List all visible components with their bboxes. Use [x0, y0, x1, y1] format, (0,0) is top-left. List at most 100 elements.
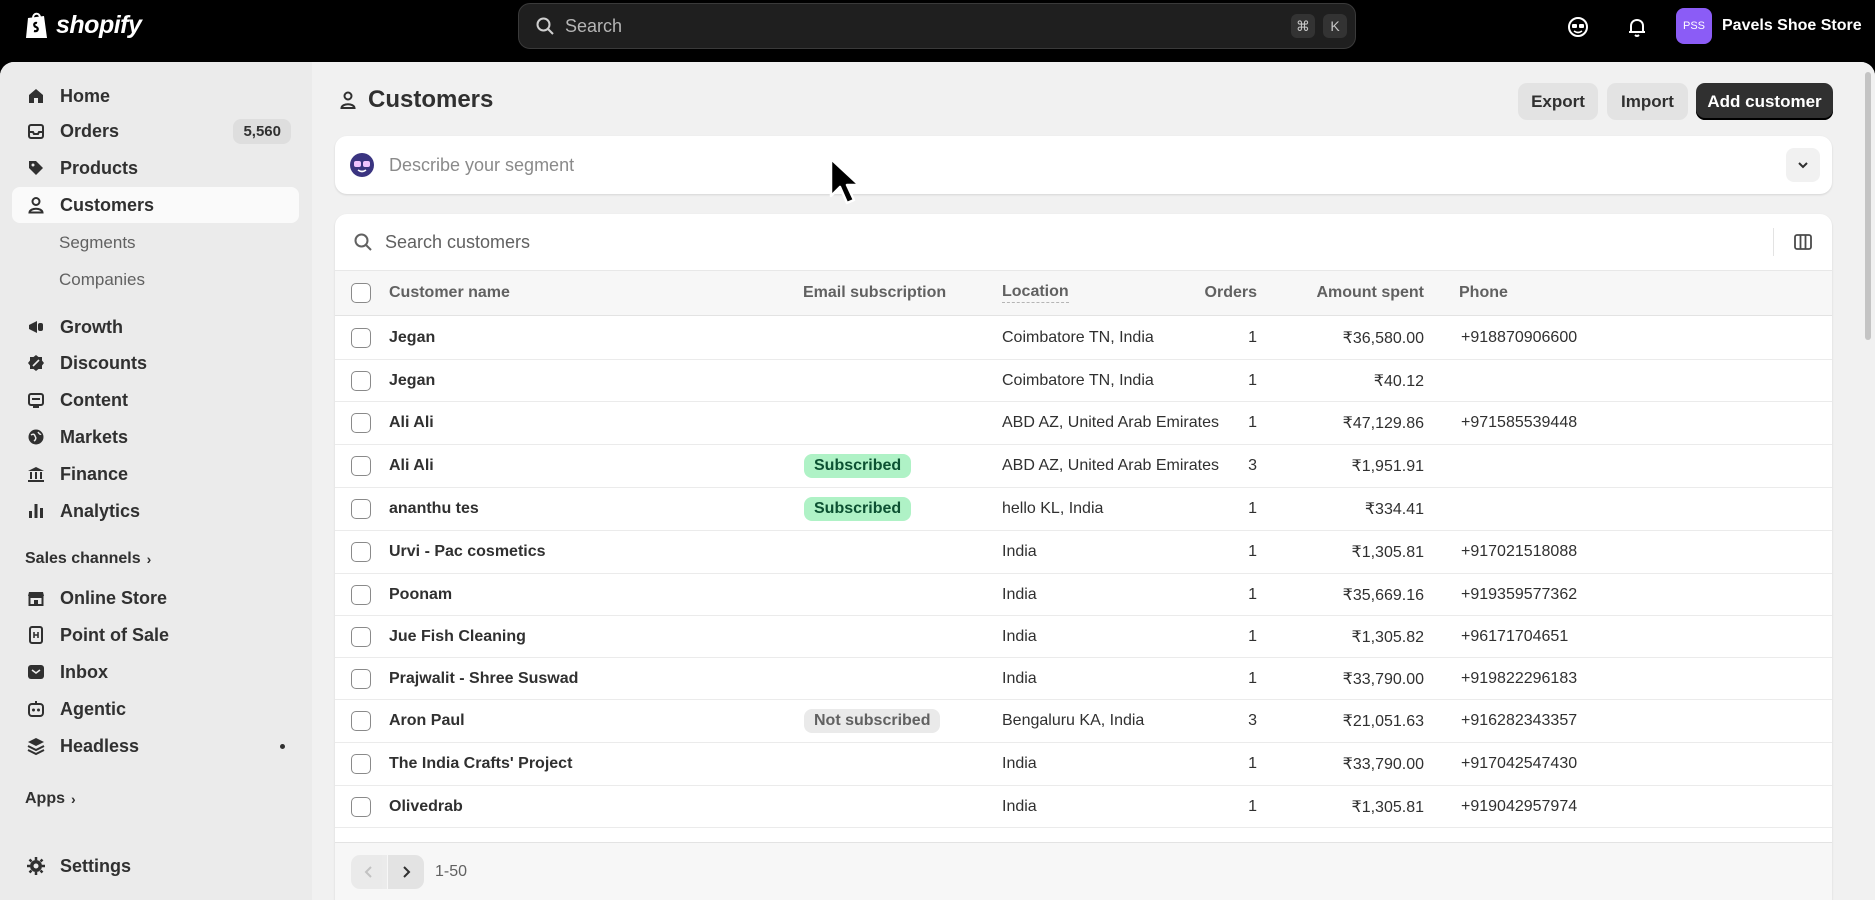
sidebar-item-discounts[interactable]: Discounts — [12, 345, 299, 381]
sidebar-item-segments[interactable]: Segments — [59, 228, 136, 258]
table-row[interactable]: Poonam India 1 ₹35,669.16 +919359577362 — [335, 574, 1832, 616]
table-row[interactable]: Ali Ali Subscribed ABD AZ, United Arab Emi… — [335, 445, 1832, 488]
amount-spent-cell: ₹47,129.86 — [1342, 415, 1424, 432]
orders-cell: 1 — [1248, 371, 1257, 389]
row-checkbox[interactable] — [351, 445, 371, 487]
table-header: Customer name Email subscription Locatio… — [335, 270, 1832, 316]
sidebar-item-analytics[interactable]: Analytics — [12, 493, 299, 529]
sidebar-item-finance[interactable]: Finance — [12, 456, 299, 492]
sidebar-item-agentic[interactable]: Agentic — [12, 691, 299, 727]
sidebar-item-online-store[interactable]: Online Store — [12, 580, 299, 616]
customer-name[interactable]: Ali Ali — [389, 445, 434, 487]
columns-icon[interactable] — [1791, 230, 1815, 254]
import-button[interactable]: Import — [1607, 83, 1688, 120]
segment-placeholder: Describe your segment — [389, 154, 575, 175]
row-checkbox[interactable] — [351, 616, 371, 657]
sidebar-item-label: Content — [60, 389, 128, 410]
sidebar-item-point-of-sale[interactable]: Point of Sale — [12, 617, 299, 653]
sidebar-item-products[interactable]: Products — [12, 150, 299, 186]
chevron-down-icon[interactable] — [1786, 148, 1820, 182]
row-checkbox[interactable] — [351, 700, 371, 742]
sidebar-item-markets[interactable]: Markets — [12, 419, 299, 455]
location-cell: India — [1002, 585, 1037, 603]
row-checkbox[interactable] — [351, 402, 371, 444]
sidebar-item-settings[interactable]: Settings — [12, 848, 299, 884]
sidekick-icon[interactable] — [1565, 14, 1591, 40]
export-button[interactable]: Export — [1518, 83, 1598, 120]
customer-name[interactable]: Jue Fish Cleaning — [389, 616, 526, 657]
apps-heading[interactable]: Apps › — [25, 790, 76, 808]
row-checkbox[interactable] — [351, 316, 371, 359]
header-customer-name[interactable]: Customer name — [389, 271, 510, 315]
row-checkbox[interactable] — [351, 743, 371, 785]
row-checkbox[interactable] — [351, 531, 371, 573]
location-cell: India — [1002, 755, 1037, 772]
header-email-subscription[interactable]: Email subscription — [803, 271, 946, 315]
customer-name[interactable]: Olivedrab — [389, 786, 463, 827]
next-page-button[interactable] — [388, 855, 424, 889]
segment-editor[interactable]: Describe your segment — [335, 136, 1832, 194]
customer-name[interactable]: Aron Paul — [389, 700, 465, 742]
sidebar-item-home[interactable]: Home — [12, 78, 299, 114]
table-row[interactable]: Urvi - Pac cosmetics India 1 ₹1,305.81 +9170… — [335, 531, 1832, 574]
bell-icon[interactable] — [1624, 14, 1650, 40]
customer-search-placeholder: Search customers — [385, 231, 531, 252]
amount-spent-cell: ₹21,051.63 — [1342, 713, 1424, 730]
scrollbar[interactable] — [1865, 72, 1871, 340]
customer-name[interactable]: The India Crafts' Project — [389, 743, 572, 785]
sidebar-item-companies[interactable]: Companies — [59, 265, 145, 295]
table-row[interactable]: Jegan Coimbatore TN, India 1 ₹36,580.00 +918… — [335, 316, 1832, 360]
customer-name[interactable]: ananthu tes — [389, 488, 479, 530]
table-row[interactable]: Ali Ali ABD AZ, United Arab Emirates 1 ₹47,… — [335, 402, 1832, 445]
sidebar-item-content[interactable]: Content — [12, 382, 299, 418]
table-row[interactable]: Aron Paul Not subscribed Bengaluru KA, Ind… — [335, 700, 1832, 743]
customer-name[interactable]: Ali Ali — [389, 402, 434, 444]
header-orders[interactable]: Orders — [1155, 271, 1257, 315]
table-row[interactable]: Olivedrab India 1 ₹1,305.81 +919042957974 — [335, 786, 1832, 828]
sidebar-item-inbox[interactable]: Inbox — [12, 654, 299, 690]
unread-dot — [280, 743, 285, 749]
sidebar-item-label: Products — [60, 157, 139, 178]
add-customer-button[interactable]: Add customer — [1696, 83, 1833, 120]
table-row[interactable]: Jue Fish Cleaning India 1 ₹1,305.82 +9617170… — [335, 616, 1832, 658]
sidebar-item-headless[interactable]: Headless — [12, 728, 299, 764]
select-all-checkbox[interactable] — [351, 271, 371, 315]
table-row[interactable]: ananthu tes Subscribed hello KL, India 1 ₹33… — [335, 488, 1832, 531]
sidebar-item-growth[interactable]: Growth — [12, 309, 299, 345]
customer-name[interactable]: Jegan — [389, 360, 435, 401]
customer-name[interactable]: Prajwalit - Shree Suswad — [389, 658, 578, 699]
table-row[interactable]: Jegan Coimbatore TN, India 1 ₹40.12 — [335, 360, 1832, 402]
row-checkbox[interactable] — [351, 360, 371, 401]
sales-channels-heading[interactable]: Sales channels › — [25, 550, 151, 568]
headless-icon — [26, 736, 46, 756]
customer-name[interactable]: Poonam — [389, 574, 452, 615]
header-location[interactable]: Location — [1002, 271, 1069, 315]
row-checkbox[interactable] — [351, 488, 371, 530]
sidekick-icon — [350, 153, 374, 177]
customer-search-field[interactable]: Search customers — [335, 214, 1832, 270]
customer-name[interactable]: Jegan — [389, 316, 435, 359]
store-icon — [26, 588, 46, 608]
shortcut-k-key: K — [1323, 14, 1347, 38]
sidebar-item-label: Discounts — [60, 352, 148, 373]
shopify-logo[interactable]: shopify — [24, 10, 142, 40]
phone-cell: +917042547430 — [1461, 755, 1578, 772]
row-checkbox[interactable] — [351, 786, 371, 827]
table-row[interactable]: The India Crafts' Project India 1 ₹33,790.0… — [335, 743, 1832, 786]
header-amount-spent[interactable]: Amount spent — [1255, 271, 1424, 315]
table-row[interactable]: Prajwalit - Shree Suswad India 1 ₹33,790.00… — [335, 658, 1832, 700]
amount-spent-cell: ₹1,305.81 — [1351, 544, 1424, 561]
phone-cell: +917021518088 — [1461, 543, 1578, 560]
orders-cell: 3 — [1248, 712, 1257, 729]
row-checkbox[interactable] — [351, 574, 371, 615]
sidebar-item-customers[interactable]: Customers — [12, 187, 299, 223]
bank-icon — [26, 464, 46, 484]
previous-page-button[interactable] — [351, 855, 387, 889]
global-search[interactable]: Search ⌘ K — [518, 3, 1356, 49]
customer-name[interactable]: Urvi - Pac cosmetics — [389, 531, 546, 573]
sidebar-item-orders[interactable]: Orders 5,560 — [12, 113, 299, 149]
header-phone[interactable]: Phone — [1459, 271, 1508, 315]
location-cell: India — [1002, 627, 1037, 645]
row-checkbox[interactable] — [351, 658, 371, 699]
store-menu[interactable]: PSS Pavels Shoe Store — [1676, 8, 1862, 44]
